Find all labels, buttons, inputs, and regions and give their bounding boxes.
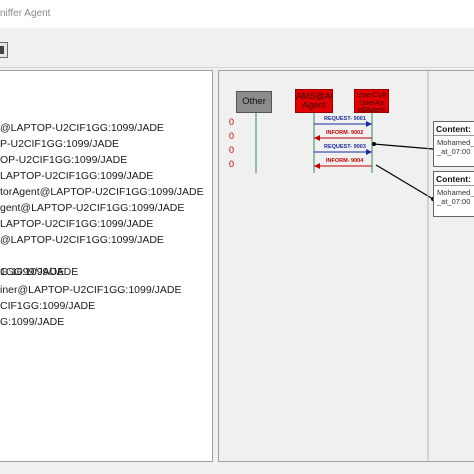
agent-usercult[interactable]: UserCult UserAs ollAgent	[354, 89, 389, 113]
content-line: _at_07:00	[437, 147, 471, 156]
content-panel: Content: Mohamed_ _at_07:00	[433, 121, 474, 167]
agent-usercult-label: UserCult UserAs ollAgent	[356, 90, 387, 113]
message-label[interactable]: INFORM- 9004	[326, 158, 363, 164]
content-line: Mohamed_	[437, 188, 474, 197]
agent-tree-item[interactable]: CIF1GG:1099/JADE	[0, 299, 95, 313]
title-bar: niffer Agent	[0, 0, 474, 28]
toolbar-button[interactable]	[0, 42, 8, 58]
agent-tree-item[interactable]: LAPTOP-U2CIF1GG:1099/JADE	[0, 217, 153, 231]
agent-other[interactable]: Other	[236, 91, 272, 113]
agent-tree-item[interactable]: 1GG:1099/JADE	[0, 265, 78, 279]
agent-tree-panel[interactable]: @LAPTOP-U2CIF1GG:1099/JADE P-U2CIF1GG:10…	[0, 70, 213, 462]
message-counter: 0	[229, 131, 235, 141]
agent-ams-label: AMS@ACR Agent	[296, 91, 332, 110]
message-label[interactable]: REQUEST- 9001	[324, 116, 366, 122]
message-counter: 0	[229, 117, 235, 127]
agent-other-label: Other	[242, 96, 266, 107]
agent-tree-item[interactable]: torAgent@LAPTOP-U2CIF1GG:1099/JADE	[0, 185, 204, 199]
agent-tree-item[interactable]: @LAPTOP-U2CIF1GG:1099/JADE	[0, 121, 164, 135]
message-counter: 0	[229, 145, 235, 155]
toolbar	[0, 28, 474, 68]
agent-ams[interactable]: AMS@ACR Agent	[295, 89, 333, 113]
agent-tree-item[interactable]: gent@LAPTOP-U2CIF1GG:1099/JADE	[0, 201, 184, 215]
sniffer-window: niffer Agent @LAPTOP-U2CIF1GG:1099/JADE …	[0, 0, 474, 474]
content-line: _at_07:00	[437, 197, 471, 206]
content-line: Mohamed_	[437, 138, 474, 147]
agent-tree-item[interactable]: OP-U2CIF1GG:1099/JADE	[0, 153, 127, 167]
status-bar	[0, 462, 474, 474]
agent-tree-item[interactable]: G:1099/JADE	[0, 315, 64, 329]
content-title: Content:	[434, 122, 474, 136]
message-label[interactable]: REQUEST- 9003	[324, 144, 366, 150]
agent-tree-item[interactable]: P-U2CIF1GG:1099/JADE	[0, 137, 119, 151]
agent-tree-item[interactable]: @LAPTOP-U2CIF1GG:1099/JADE	[0, 233, 164, 247]
agent-tree-item[interactable]: LAPTOP-U2CIF1GG:1099/JADE	[0, 169, 153, 183]
message-label[interactable]: INFORM- 9002	[326, 130, 363, 136]
window-title: niffer Agent	[0, 8, 51, 19]
message-counter: 0	[229, 159, 235, 169]
content-panel: Content: Mohamed_ _at_07:00	[433, 171, 474, 217]
agent-tree-item[interactable]: iner@LAPTOP-U2CIF1GG:1099/JADE	[0, 283, 181, 297]
sniffer-canvas[interactable]: Other AMS@ACR Agent UserCult UserAs ollA…	[218, 70, 474, 463]
content-title: Content:	[434, 172, 474, 186]
